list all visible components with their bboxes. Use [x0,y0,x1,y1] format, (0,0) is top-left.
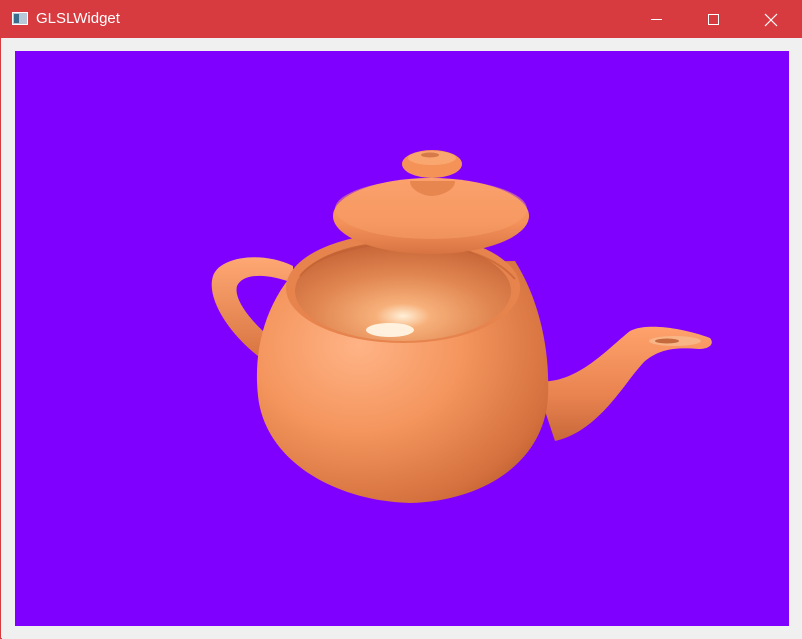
minimize-icon [651,19,662,20]
minimize-button[interactable] [633,1,679,38]
window-title: GLSLWidget [36,10,120,27]
maximize-icon [708,14,719,25]
teapot-render [211,150,712,503]
close-button[interactable] [747,1,793,38]
close-icon [764,13,778,27]
maximize-button[interactable] [690,1,736,38]
title-bar[interactable]: GLSLWidget [1,1,801,38]
app-window: GLSLWidget [0,0,802,639]
client-area [2,38,802,639]
app-window-icon[interactable] [12,12,28,25]
glsl-viewport[interactable] [15,51,789,626]
